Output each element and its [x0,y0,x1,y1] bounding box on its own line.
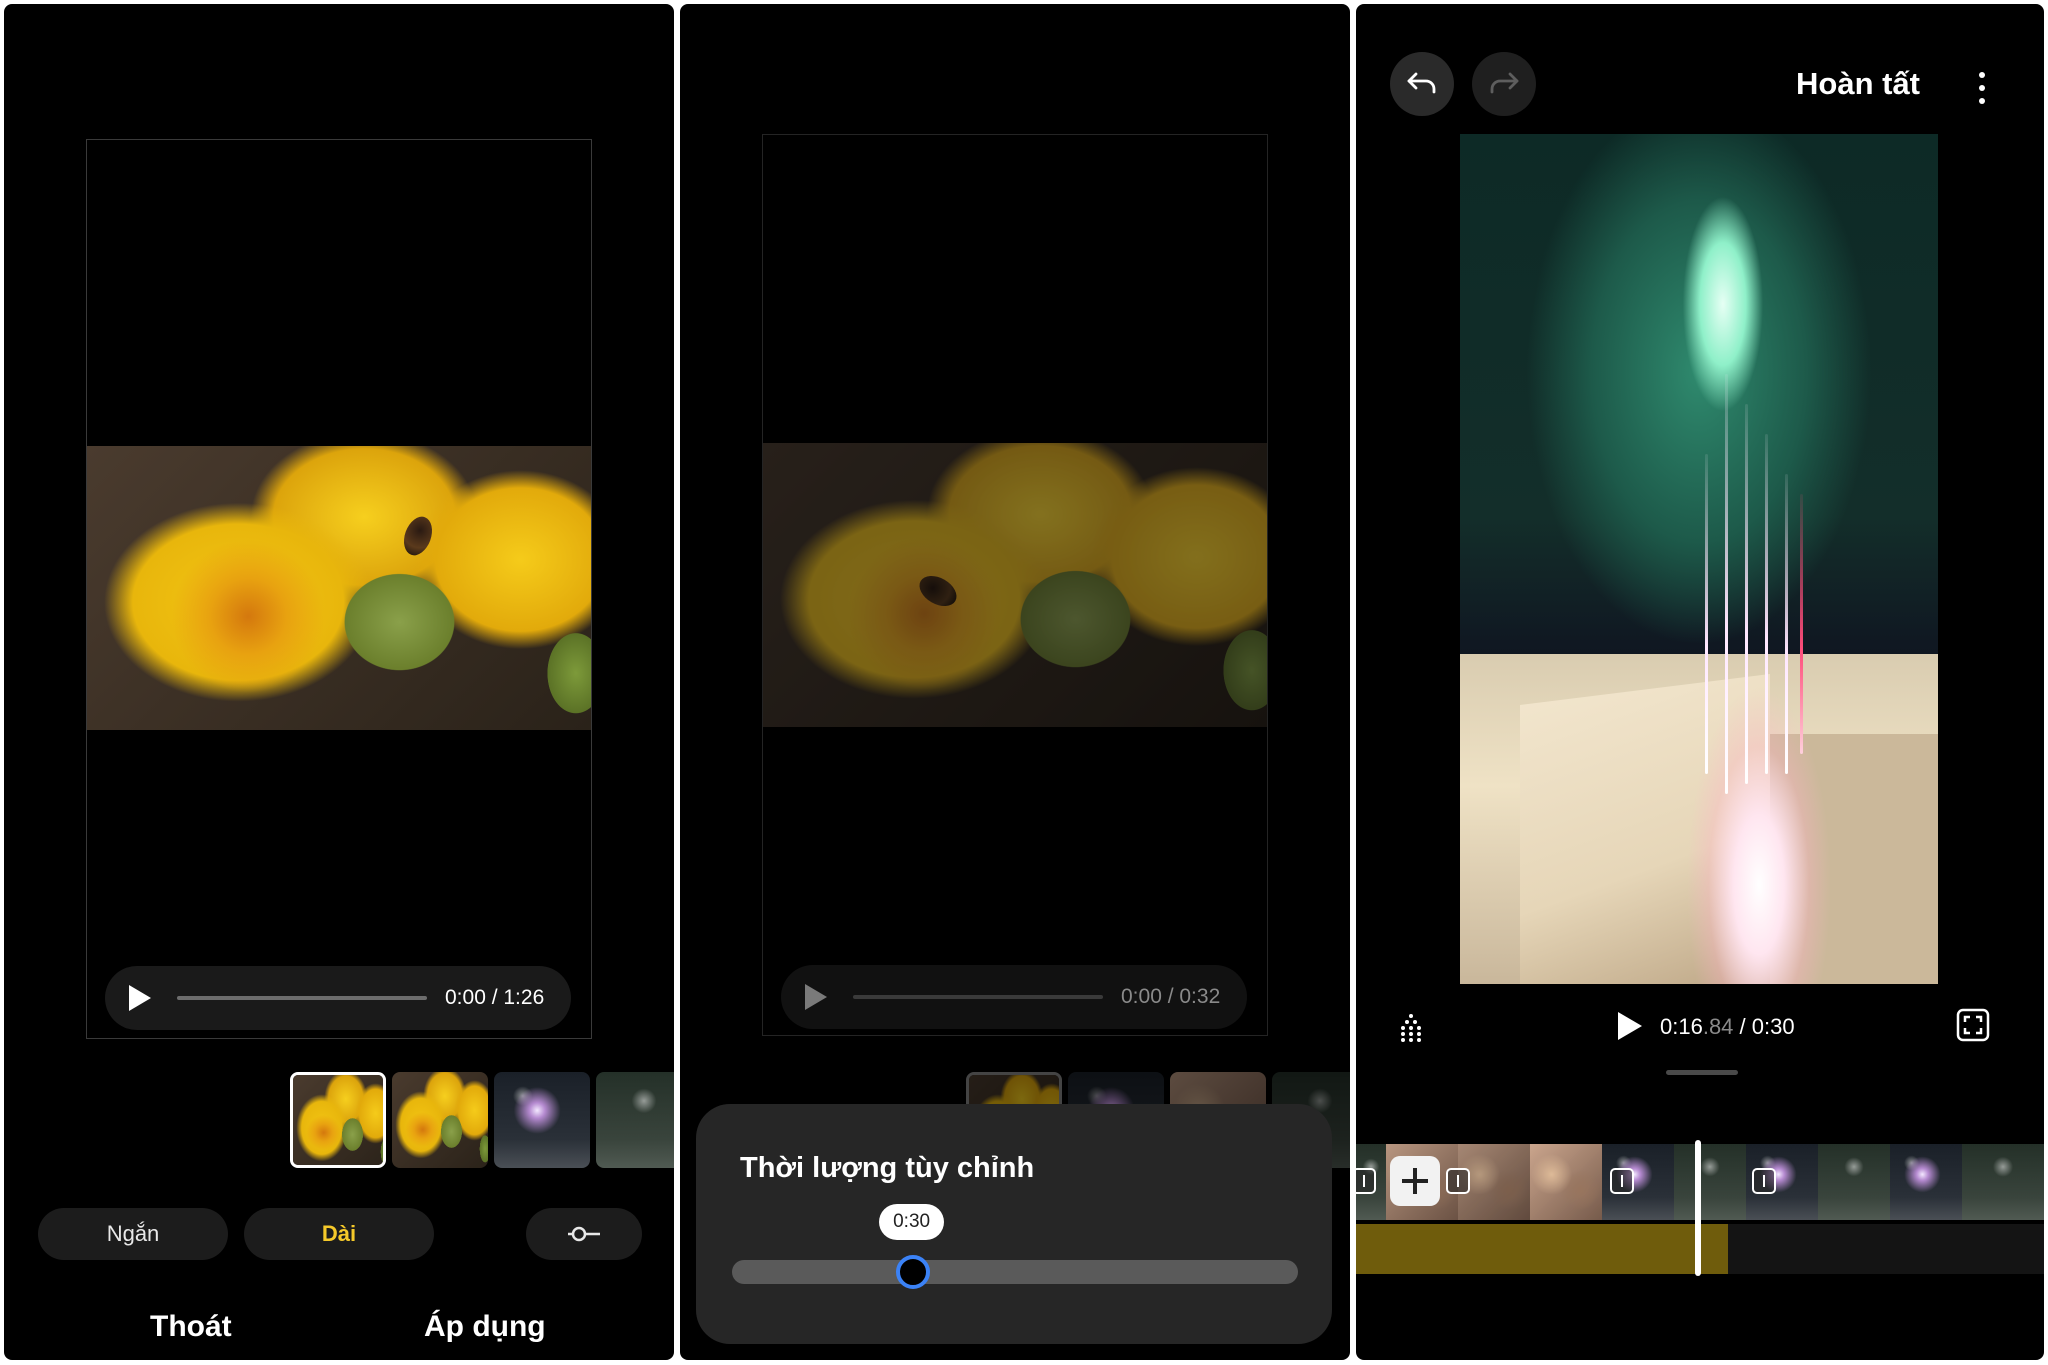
sheet-title: Thời lượng tùy chỉnh [740,1152,1035,1184]
length-long-button[interactable]: Dài [244,1208,434,1260]
spark-trail [1800,494,1803,754]
timeline-frame [1674,1144,1746,1220]
clip-thumbnail-1[interactable] [290,1072,386,1168]
flower-video-frame [763,443,1267,727]
exit-button[interactable]: Thoát [150,1310,232,1344]
undo-button[interactable] [1390,52,1454,116]
timeline-frame [1818,1144,1890,1220]
play-icon[interactable] [1618,1012,1642,1040]
add-icon[interactable] [1390,1156,1440,1206]
slider-value-tooltip: 0:30 [879,1204,945,1240]
custom-length-button[interactable] [526,1208,642,1260]
playback-time: 0:00 / 0:32 [1121,985,1221,1008]
timeline-frame [1530,1144,1602,1220]
playback-time: 0:16.84 / 0:30 [1660,1014,1795,1040]
apply-button[interactable]: Áp dụng [424,1310,546,1344]
play-icon[interactable] [129,985,151,1011]
slider-thumb[interactable] [896,1255,931,1289]
video-preview[interactable]: 0:00 / 1:26 [86,139,592,1039]
bee-shape [398,512,438,560]
timeline-frame [1962,1144,2044,1220]
done-button[interactable]: Hoàn tất [1796,66,1920,102]
timeline-playhead[interactable] [1695,1140,1701,1276]
screen-highlight-length: 0:00 / 1:26 Ngắn Dài Thoát Áp dụng [4,4,674,1360]
seek-track [853,995,1103,999]
audio-track-fill [1356,1224,1728,1274]
thumbnail-image [392,1072,488,1168]
seek-track[interactable] [177,996,427,1000]
clip-split-marker[interactable] [1610,1168,1634,1194]
timeline-frame [1890,1144,1962,1220]
clip-split-marker[interactable] [1752,1168,1776,1194]
spark-trail [1705,454,1708,774]
clip-split-marker[interactable] [1446,1168,1470,1194]
firework-glow [1660,654,1840,984]
custom-length-sheet: Thời lượng tùy chỉnh 0:30 [696,1104,1332,1344]
length-short-button[interactable]: Ngắn [38,1208,228,1260]
spark-trail [1765,434,1768,774]
clip-thumbnail-4[interactable] [596,1072,674,1168]
length-slider[interactable] [732,1260,1298,1284]
spark-trail [1785,474,1788,774]
screen-custom-length: 0:00 / 0:32 Thời lượng tùy chỉnh 0:30 [680,4,1350,1360]
drag-handle[interactable] [1666,1070,1738,1075]
clip-thumbnail-2[interactable] [392,1072,488,1168]
fireworks-video-frame[interactable] [1460,134,1938,984]
clip-split-marker[interactable] [1356,1168,1376,1194]
spark-trail [1745,404,1748,784]
slider-adjust-icon [568,1226,600,1242]
undo-icon [1407,72,1436,94]
flower-video-frame [87,446,591,730]
redo-button[interactable] [1472,52,1536,116]
bee-shape [914,569,962,613]
current-time-fraction: .84 [1702,1014,1734,1039]
player-bar: 0:00 / 0:32 [781,965,1247,1029]
more-vert-icon[interactable] [1979,72,1985,111]
thumbnail-image [293,1075,383,1165]
spark-trail [1725,374,1728,794]
player-bar: 0:00 / 1:26 [105,966,571,1030]
fullscreen-icon[interactable] [1956,1008,1990,1042]
level-meter-icon[interactable] [1400,1012,1422,1042]
video-preview: 0:00 / 0:32 [762,134,1268,1036]
play-icon [805,984,827,1010]
redo-icon [1490,72,1519,94]
playback-time: 0:00 / 1:26 [445,986,545,1009]
clip-thumbnail-3[interactable] [494,1072,590,1168]
screen-editor: Hoàn tất 0:16.84 / 0:30 [1356,4,2044,1360]
current-time: 0:16 [1660,1014,1703,1039]
total-time: / 0:30 [1739,1014,1795,1039]
